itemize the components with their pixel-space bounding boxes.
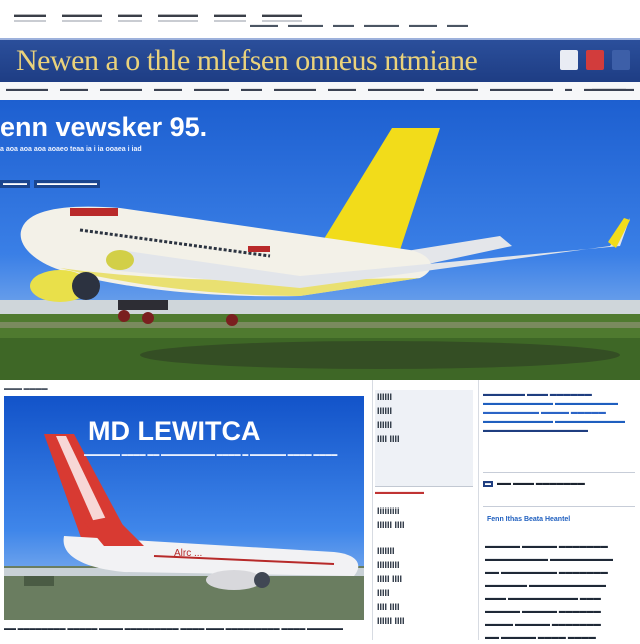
story-line: IIIIII IIII xyxy=(377,616,405,626)
utility-link[interactable]: ▬▬▬▬▬ xyxy=(364,22,399,29)
section-link[interactable]: ▬▬▬▬ xyxy=(328,86,356,93)
tail-fin xyxy=(316,128,440,252)
middle-story-list[interactable]: IIIIIII IIIIIIIII IIIII IIII IIIII IIII … xyxy=(375,544,473,628)
section-link[interactable]: ▬▬▬ xyxy=(241,86,262,93)
list-item[interactable]: ▬▬ ▬▬▬▬▬ ▬▬▬▬ ▬▬▬▬ xyxy=(485,631,637,644)
list-item[interactable]: ▬▬▬ ▬▬▬▬▬▬▬▬▬▬ ▬▬▬ xyxy=(485,592,637,605)
utility-link[interactable]: ▬▬▬ xyxy=(333,22,354,29)
right-link[interactable]: ▬▬▬▬▬▬▬▬▬▬ ▬▬▬▬▬▬▬▬▬ xyxy=(483,399,637,408)
story-line: IIIIIIIII xyxy=(377,560,400,570)
site-title[interactable]: Newen a o thle mlefsen onneus ntmiane xyxy=(16,44,536,78)
plane-livery-text: Alrc ... xyxy=(174,548,202,559)
headline-line: IIII IIII xyxy=(377,434,400,444)
section-link[interactable]: ▬▬▬▬▬▬▬▬▬ xyxy=(490,86,553,93)
list-item[interactable]: ▬▬▬▬▬▬▬▬▬ ▬▬▬▬▬▬▬▬▬ xyxy=(485,553,637,566)
utility-link[interactable]: ▬▬▬▬▬ xyxy=(288,22,323,29)
section-navigation: ▬▬▬▬▬▬ ▬▬▬▬ ▬▬▬▬▬▬ ▬▬▬▬ ▬▬▬▬▬ ▬▬▬ ▬▬▬▬▬▬… xyxy=(0,82,640,101)
section-link[interactable]: ▬▬▬▬▬▬ xyxy=(6,86,48,93)
feature-subtitle: ▬▬▬▬▬▬ ▬▬▬▬ ▬▬ ▬▬▬▬▬▬▬▬▬ ▬▬▬▬ ▬ ▬▬▬▬▬▬ ▬… xyxy=(84,452,338,458)
utility-link[interactable]: ▬▬▬▬ xyxy=(409,22,437,29)
meta-text: ▬▬ ▬▬▬ ▬▬▬▬▬▬▬ xyxy=(497,480,585,487)
hero-tag[interactable]: ▬▬▬▬▬▬▬▬▬▬ xyxy=(34,180,100,188)
feature-column: ▬▬▬ ▬▬▬▬ Alrc ... MD LEWITCA ▬▬▬▬▬▬ ▬▬▬▬… xyxy=(0,380,370,640)
headline-line: IIIIII xyxy=(377,420,393,430)
top-nav-item[interactable]: ▬▬▬ xyxy=(118,10,142,22)
section-link[interactable]: ▬▬▬▬▬▬ xyxy=(436,86,478,93)
account-icon[interactable] xyxy=(586,50,604,70)
section-link[interactable]: ▬▬▬▬▬▬ xyxy=(100,86,142,93)
right-section-title[interactable]: Fenn Ithas Beata Heantel xyxy=(487,516,570,523)
divider xyxy=(375,486,473,487)
utility-link[interactable]: ▬▬▬ xyxy=(447,22,468,29)
feature-kicker: ▬▬▬ ▬▬▬▬ xyxy=(4,386,48,392)
hero-headline[interactable]: enn vewsker 95. xyxy=(0,112,207,143)
section-link[interactable]: ▬ xyxy=(565,86,572,93)
right-top-links: ▬▬▬▬▬▬ ▬▬▬ ▬▬▬▬▬▬ ▬▬▬▬▬▬▬▬▬▬ ▬▬▬▬▬▬▬▬▬ ▬… xyxy=(483,390,637,435)
right-link[interactable]: ▬▬▬▬▬▬▬▬ ▬▬▬▬ ▬▬▬▬▬ xyxy=(483,408,637,417)
list-item[interactable]: ▬▬▬▬▬▬ ▬▬▬▬▬▬▬▬▬▬▬ xyxy=(485,579,637,592)
top-nav-item[interactable]: ▬▬▬▬ xyxy=(14,10,46,22)
search-icon[interactable] xyxy=(560,50,578,70)
hero-subline: a aoa aoa aoa aoaeo teaa ia i ia ooaea i… xyxy=(0,146,142,153)
middle-column: IIIIII IIIIII IIIIII IIII IIII ▬▬▬▬▬▬▬ I… xyxy=(372,380,477,640)
section-link[interactable]: ▬▬▬▬▬▬ xyxy=(274,86,316,93)
list-item[interactable]: ▬▬▬▬ ▬▬▬▬▬ ▬▬▬▬▬▬▬ xyxy=(485,618,637,631)
story-line: Iiiiiiiii xyxy=(377,506,400,516)
story-line: IIII IIII xyxy=(377,602,400,612)
section-link[interactable]: ▬▬▬▬ xyxy=(154,86,182,93)
feature-title[interactable]: MD LEWITCA xyxy=(88,416,260,447)
feature-card[interactable]: Alrc ... MD LEWITCA ▬▬▬▬▬▬ ▬▬▬▬ ▬▬ ▬▬▬▬▬… xyxy=(4,396,364,620)
section-label[interactable]: ▬▬▬▬▬▬▬ xyxy=(375,489,473,496)
right-link[interactable]: ▬▬▬▬▬▬▬▬▬▬ ▬▬▬▬▬▬▬▬▬▬ xyxy=(483,417,637,426)
hero-banner[interactable]: enn vewsker 95. a aoa aoa aoa aoaeo teaa… xyxy=(0,100,640,380)
masthead: Newen a o thle mlefsen onneus ntmiane xyxy=(0,38,640,82)
middle-headline-block[interactable]: IIIIII IIIIII IIIIII IIII IIII xyxy=(375,390,473,486)
top-nav-item[interactable]: ▬▬▬▬▬ xyxy=(62,10,102,22)
right-link[interactable]: ▬▬▬▬▬▬ ▬▬▬ ▬▬▬▬▬▬ xyxy=(483,390,637,399)
livery-stripe xyxy=(70,208,118,216)
story-line: IIIIIII xyxy=(377,546,395,556)
utility-link[interactable]: ▬▬▬▬ xyxy=(250,22,278,29)
story-line: IIIII IIII xyxy=(377,574,403,584)
list-item[interactable]: ▬▬▬▬▬ ▬▬▬▬▬ ▬▬▬▬▬▬ xyxy=(485,605,637,618)
divider xyxy=(483,472,635,473)
right-column: ▬▬▬▬▬▬ ▬▬▬ ▬▬▬▬▬▬ ▬▬▬▬▬▬▬▬▬▬ ▬▬▬▬▬▬▬▬▬ ▬… xyxy=(478,380,640,641)
top-nav-item[interactable]: ▬▬▬▬▬ xyxy=(262,10,302,22)
list-item[interactable]: ▬▬ ▬▬▬▬▬▬▬▬ ▬▬▬▬▬▬▬ xyxy=(485,566,637,579)
headline-line: IIIIII xyxy=(377,392,393,402)
hero-tag[interactable]: ▬▬▬▬ xyxy=(0,180,30,188)
story-line: IIIII xyxy=(377,588,390,598)
right-link[interactable]: ▬▬▬▬▬▬▬▬▬▬▬▬▬▬▬ xyxy=(483,426,637,435)
headline-line: IIIIII xyxy=(377,406,393,416)
story-line: IIIIII IIII xyxy=(377,520,405,530)
list-item[interactable]: ▬▬▬▬▬ ▬▬▬▬▬ ▬▬▬▬▬▬▬ xyxy=(485,540,637,553)
top-navigation: ▬▬▬▬ ▬▬▬▬▬ ▬▬▬ ▬▬▬▬▬ ▬▬▬▬ ▬▬▬▬▬ ▬▬▬▬ ▬▬▬… xyxy=(0,0,640,34)
feature-caption[interactable]: ▬▬ ▬▬▬▬▬▬▬▬ ▬▬▬▬▬ ▬▬▬▬ ▬▬▬▬▬▬▬▬▬ ▬▬▬▬ ▬▬… xyxy=(4,626,343,632)
middle-story[interactable]: Iiiiiiiii IIIIII IIII xyxy=(375,504,473,532)
divider xyxy=(483,506,635,507)
section-link[interactable]: ▬▬▬▬ xyxy=(60,86,88,93)
section-link[interactable]: ▬▬▬▬▬▬▬▬ xyxy=(368,86,424,93)
menu-icon[interactable] xyxy=(612,50,630,70)
section-link[interactable]: ▬▬▬▬▬ xyxy=(194,86,229,93)
runway-haze xyxy=(0,300,640,314)
masthead-tools xyxy=(560,50,630,70)
top-nav-item[interactable]: ▬▬▬▬▬ xyxy=(158,10,198,22)
meta-tag: ▬ xyxy=(483,480,493,487)
right-article-list: ▬▬▬▬▬ ▬▬▬▬▬ ▬▬▬▬▬▬▬ ▬▬▬▬▬▬▬▬▬ ▬▬▬▬▬▬▬▬▬ … xyxy=(485,540,637,644)
right-meta-row[interactable]: ▬ ▬▬ ▬▬▬ ▬▬▬▬▬▬▬ xyxy=(483,480,585,487)
section-nav-right-link[interactable]: ▬▬▬▬▬▬ xyxy=(592,86,634,93)
top-nav-item[interactable]: ▬▬▬▬ xyxy=(214,10,246,22)
